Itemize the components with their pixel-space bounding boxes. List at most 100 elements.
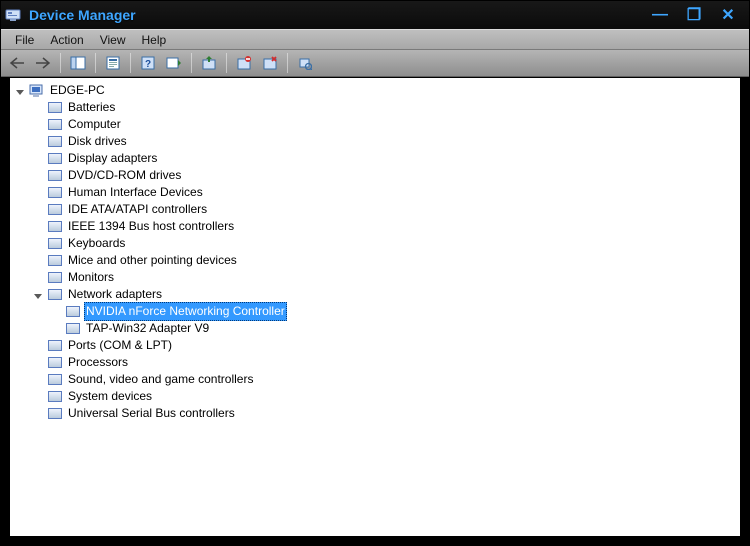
- tree-node-label: IEEE 1394 Bus host controllers: [66, 218, 236, 235]
- action-button[interactable]: [162, 52, 186, 74]
- tree-node[interactable]: TAP-Win32 Adapter V9: [50, 320, 738, 337]
- device-tree: EDGE-PCBatteriesComputerDisk drivesDispl…: [12, 82, 738, 422]
- tree-node[interactable]: Keyboards: [32, 235, 738, 252]
- tree-node[interactable]: IEEE 1394 Bus host controllers: [32, 218, 738, 235]
- menu-action[interactable]: Action: [42, 31, 91, 49]
- firewire-icon: [47, 219, 63, 235]
- disable-icon: [263, 56, 277, 70]
- svg-text:?: ?: [145, 59, 151, 70]
- expand-icon: [50, 323, 62, 335]
- expand-icon: [32, 238, 44, 250]
- tree-node-label: Mice and other pointing devices: [66, 252, 239, 269]
- expand-icon: [32, 187, 44, 199]
- tree-node-label: Human Interface Devices: [66, 184, 205, 201]
- toolbar-separator: [60, 53, 61, 73]
- tree-node-label: NVIDIA nForce Networking Controller: [84, 302, 287, 321]
- tree-node[interactable]: Disk drives: [32, 133, 738, 150]
- keyboard-icon: [47, 236, 63, 252]
- arrow-right-icon: [35, 57, 51, 69]
- menu-view[interactable]: View: [92, 31, 134, 49]
- uninstall-icon: [237, 56, 251, 70]
- uninstall-button[interactable]: [232, 52, 256, 74]
- display-icon: [47, 151, 63, 167]
- toolbar: ?: [1, 50, 749, 77]
- cpu-icon: [47, 355, 63, 371]
- arrow-left-icon: [9, 57, 25, 69]
- tree-node[interactable]: NVIDIA nForce Networking Controller: [50, 303, 738, 320]
- sound-icon: [47, 372, 63, 388]
- tree-node[interactable]: Universal Serial Bus controllers: [32, 405, 738, 422]
- nav-forward-button[interactable]: [31, 52, 55, 74]
- show-hide-tree-button[interactable]: [66, 52, 90, 74]
- properties-icon: [106, 56, 120, 70]
- disable-button[interactable]: [258, 52, 282, 74]
- expand-icon: [32, 102, 44, 114]
- expand-icon: [32, 357, 44, 369]
- update-driver-icon: [202, 56, 216, 70]
- tree-node[interactable]: Batteries: [32, 99, 738, 116]
- tree-node[interactable]: Human Interface Devices: [32, 184, 738, 201]
- collapse-icon[interactable]: [14, 85, 26, 97]
- menubar: File Action View Help: [1, 29, 749, 50]
- tree-node-label: Disk drives: [66, 133, 129, 150]
- tree-node-label: Batteries: [66, 99, 117, 116]
- ide-icon: [47, 202, 63, 218]
- tree-node[interactable]: DVD/CD-ROM drives: [32, 167, 738, 184]
- tree-node[interactable]: Network adapters: [32, 286, 738, 303]
- computer-icon: [47, 117, 63, 133]
- hid-icon: [47, 185, 63, 201]
- tree-node[interactable]: Monitors: [32, 269, 738, 286]
- tree-node-label: Computer: [66, 116, 123, 133]
- nic-icon: [65, 321, 81, 337]
- tree-pane-icon: [70, 56, 86, 70]
- scan-hardware-button[interactable]: [293, 52, 317, 74]
- tree-node-label: System devices: [66, 388, 154, 405]
- tree-node[interactable]: System devices: [32, 388, 738, 405]
- maximize-button[interactable]: ❐: [683, 6, 705, 24]
- device-tree-pane[interactable]: EDGE-PCBatteriesComputerDisk drivesDispl…: [9, 77, 741, 537]
- usb-icon: [47, 406, 63, 422]
- tree-node[interactable]: Display adapters: [32, 150, 738, 167]
- mouse-icon: [47, 253, 63, 269]
- expand-icon: [32, 153, 44, 165]
- menu-help[interactable]: Help: [134, 31, 175, 49]
- toolbar-separator: [95, 53, 96, 73]
- expand-icon: [32, 408, 44, 420]
- disk-icon: [47, 134, 63, 150]
- tree-node-label: IDE ATA/ATAPI controllers: [66, 201, 209, 218]
- tree-node[interactable]: Mice and other pointing devices: [32, 252, 738, 269]
- close-button[interactable]: ✕: [717, 6, 739, 24]
- expand-icon: [32, 272, 44, 284]
- minimize-button[interactable]: —: [649, 6, 671, 24]
- tree-node[interactable]: Sound, video and game controllers: [32, 371, 738, 388]
- tree-node-label: DVD/CD-ROM drives: [66, 167, 183, 184]
- toolbar-separator: [226, 53, 227, 73]
- properties-button[interactable]: [101, 52, 125, 74]
- collapse-icon[interactable]: [32, 289, 44, 301]
- titlebar[interactable]: Device Manager — ❐ ✕: [1, 1, 749, 29]
- help-button[interactable]: ?: [136, 52, 160, 74]
- tree-node[interactable]: IDE ATA/ATAPI controllers: [32, 201, 738, 218]
- expand-icon: [32, 119, 44, 131]
- menu-file[interactable]: File: [7, 31, 42, 49]
- window-title: Device Manager: [29, 7, 649, 23]
- nav-back-button[interactable]: [5, 52, 29, 74]
- nic-icon: [65, 304, 81, 320]
- tree-node-label: Display adapters: [66, 150, 159, 167]
- update-driver-button[interactable]: [197, 52, 221, 74]
- tree-node-label: TAP-Win32 Adapter V9: [84, 320, 211, 337]
- tree-node[interactable]: Computer: [32, 116, 738, 133]
- battery-icon: [47, 100, 63, 116]
- tree-node-label: Network adapters: [66, 286, 164, 303]
- system-icon: [47, 389, 63, 405]
- tree-node[interactable]: Processors: [32, 354, 738, 371]
- expand-icon: [32, 170, 44, 182]
- tree-node[interactable]: EDGE-PC: [14, 82, 738, 99]
- tree-node-label: Processors: [66, 354, 130, 371]
- monitor-icon: [47, 270, 63, 286]
- toolbar-separator: [287, 53, 288, 73]
- tree-node[interactable]: Ports (COM & LPT): [32, 337, 738, 354]
- scan-hardware-icon: [298, 56, 312, 70]
- device-manager-window: Device Manager — ❐ ✕ File Action View He…: [0, 0, 750, 546]
- expand-icon: [32, 221, 44, 233]
